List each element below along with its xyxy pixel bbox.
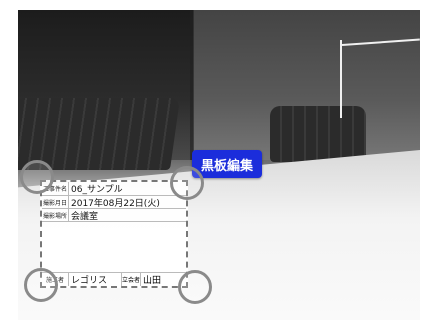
edit-blackboard-button[interactable]: 黒板編集 — [192, 150, 262, 178]
resize-handle-bottom-left[interactable] — [24, 268, 58, 302]
board-row-footer: 施工者 レゴリス 立会者 山田 — [42, 272, 186, 286]
board-value: 2017年08月22日(火) — [71, 198, 160, 209]
board-label: 撮影場所 — [42, 209, 69, 221]
board-row-location: 撮影場所 会議室 — [42, 209, 186, 222]
wall-corner — [190, 10, 194, 160]
blackboard-overlay[interactable]: 工事件名 06_サンプル 撮影月日 2017年08月22日(火) 撮影場所 会議… — [40, 180, 188, 288]
board-label: 撮影月日 — [42, 196, 69, 208]
contractor-value: レゴリス — [71, 276, 108, 286]
witness-label: 立会者 — [121, 273, 141, 286]
board-row-date: 撮影月日 2017年08月22日(火) — [42, 196, 186, 209]
witness-value: 山田 — [143, 276, 162, 286]
chair — [18, 98, 181, 170]
board-value: 06_サンプル — [71, 185, 123, 195]
stand-pole — [340, 40, 342, 118]
chair — [270, 106, 366, 162]
resize-handle-bottom-right[interactable] — [178, 270, 212, 304]
resize-handle-top-right[interactable] — [170, 166, 204, 200]
resize-handle-top-left[interactable] — [20, 160, 54, 194]
board-row-project: 工事件名 06_サンプル — [42, 182, 186, 196]
board-value: 会議室 — [71, 211, 99, 222]
